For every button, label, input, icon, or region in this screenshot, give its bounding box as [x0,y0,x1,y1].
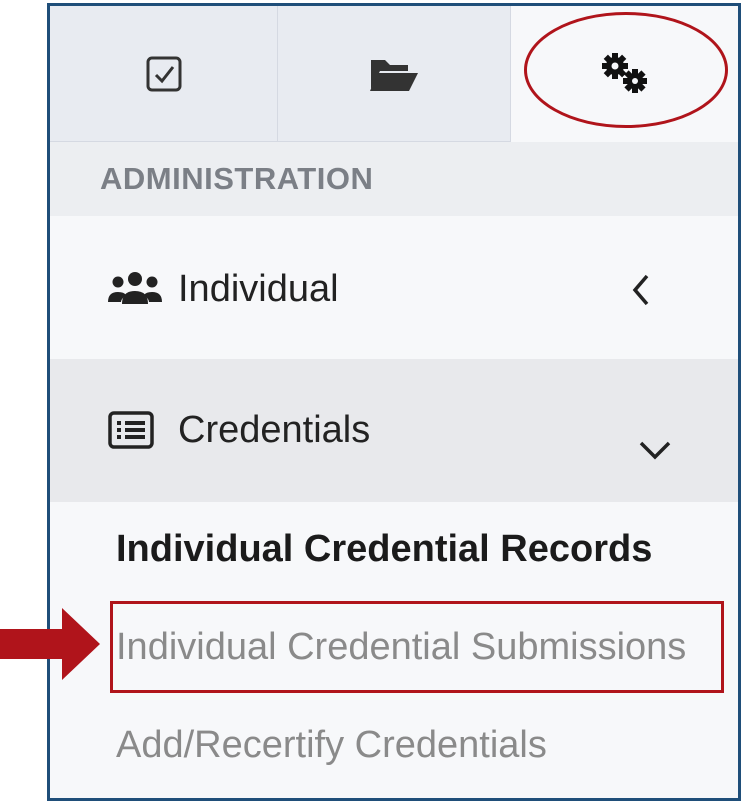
nav-item-individual[interactable]: Individual [50,216,738,359]
annotation-ellipse [524,12,728,128]
nav-label-credentials: Credentials [178,409,371,451]
checkbox-icon [146,56,181,91]
section-title: ADMINISTRATION [50,142,738,216]
folder-open-icon [370,59,418,91]
users-icon [108,272,162,304]
sidebar-tabs [50,6,738,142]
tab-tasks[interactable] [50,6,278,142]
submenu-item-credential-records[interactable]: Individual Credential Records [116,528,652,571]
list-icon [108,411,154,449]
nav-item-credentials[interactable]: Credentials [50,359,738,502]
submenu-item-add-recertify[interactable]: Add/Recertify Credentials [116,724,547,767]
chevron-left-icon [632,274,649,306]
annotation-rectangle [110,601,724,693]
tab-files[interactable] [278,6,511,142]
chevron-down-icon [639,441,671,460]
nav-label-individual: Individual [178,268,339,310]
annotation-arrow-icon [0,608,100,680]
